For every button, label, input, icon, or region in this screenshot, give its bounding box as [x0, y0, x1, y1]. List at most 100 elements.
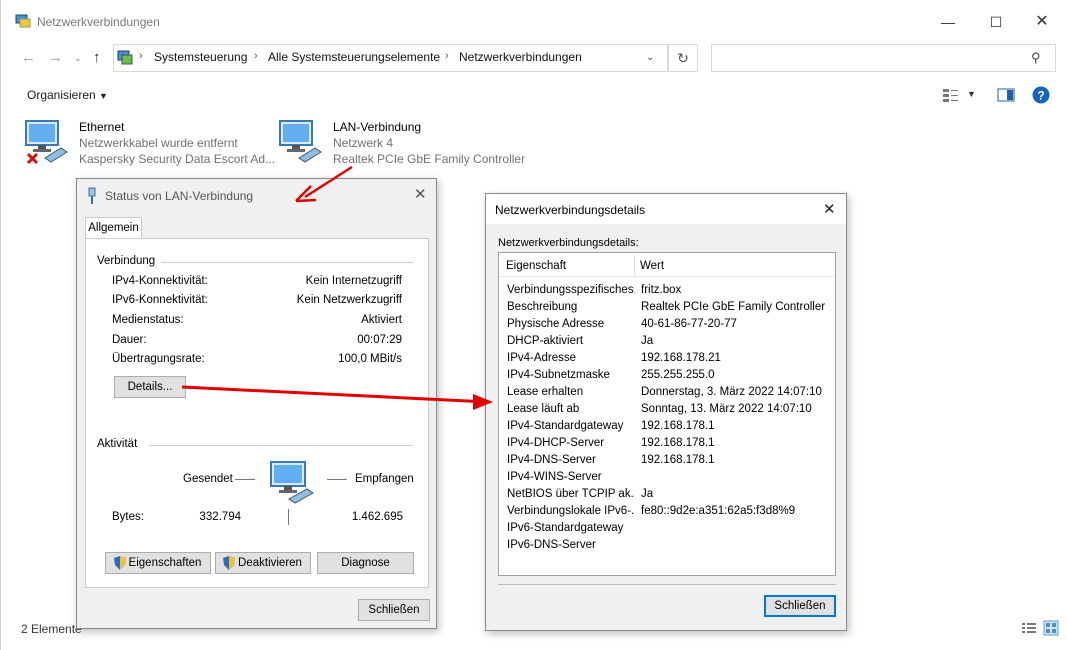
sent-line — [235, 479, 255, 480]
details-row[interactable]: IPv4-DNS-Server 192.168.178.1 — [507, 454, 837, 471]
details-row-value: 255.255.255.0 — [641, 369, 715, 381]
bytes-label: Bytes: — [112, 511, 144, 523]
search-input[interactable] — [711, 44, 1056, 72]
details-row-value: Ja — [641, 488, 654, 500]
col-value-header[interactable]: Wert — [640, 260, 664, 272]
details-row-value: Sonntag, 13. März 2022 14:07:10 — [641, 403, 812, 415]
back-arrow-icon[interactable]: ← — [21, 49, 36, 66]
ipv4-connectivity-label: IPv4-Konnektivität: — [112, 275, 208, 287]
close-icon[interactable]: ✕ — [823, 200, 836, 218]
details-list[interactable]: Eigenschaft Wert Verbindungsspezifisches… — [498, 252, 836, 576]
status-dialog-title: Status von LAN-Verbindung — [105, 189, 254, 203]
details-row-value: 192.168.178.1 — [641, 454, 715, 466]
properties-button[interactable]: Eigenschaften — [105, 552, 211, 574]
details-row[interactable]: NetBIOS über TCPIP ak... Ja — [507, 488, 837, 505]
network-item-ethernet[interactable]: Ethernet Netzwerkkabel wurde entfernt Ka… — [23, 118, 275, 168]
shield-icon — [114, 556, 126, 570]
details-row[interactable]: IPv4-Standardgateway 192.168.178.1 — [507, 420, 837, 437]
svg-text:?: ? — [1037, 89, 1044, 103]
ethernet-name: Ethernet — [79, 120, 125, 134]
large-icons-view-icon[interactable] — [1043, 620, 1059, 636]
details-row-property: IPv4-Standardgateway — [507, 420, 624, 432]
details-row-property: IPv6-Standardgateway — [507, 522, 624, 534]
details-row[interactable]: Verbindungsspezifisches... fritz.box — [507, 284, 837, 301]
diagnose-button[interactable]: Diagnose — [317, 552, 414, 574]
details-row[interactable]: Physische Adresse 40-61-86-77-20-77 — [507, 318, 837, 335]
breadcrumb-separator-icon: › — [139, 50, 143, 62]
network-item-lan[interactable]: LAN-Verbindung Netzwerk 4 Realtek PCIe G… — [277, 118, 537, 168]
details-row[interactable]: IPv4-Subnetzmaske 255.255.255.0 — [507, 369, 837, 386]
details-row[interactable]: Verbindungslokale IPv6-... fe80::9d2e:a35… — [507, 505, 837, 522]
title-bar — [1, 0, 1067, 40]
speed-label: Übertragungsrate: — [112, 353, 205, 365]
details-row-property: IPv4-WINS-Server — [507, 471, 602, 483]
breadcrumb-netzwerkverbindungen[interactable]: Netzwerkverbindungen — [459, 50, 582, 64]
details-row[interactable]: IPv6-Standardgateway — [507, 522, 837, 539]
status-close-button[interactable]: Schließen — [358, 599, 430, 621]
sent-label: Gesendet — [183, 473, 233, 485]
recent-locations-chevron-icon[interactable]: ⌄ — [74, 53, 82, 64]
tab-allgemein[interactable]: Allgemein — [85, 217, 142, 239]
breadcrumb-systemsteuerung[interactable]: Systemsteuerung — [154, 50, 247, 64]
details-row-value: Realtek PCIe GbE Family Controller — [641, 301, 826, 313]
details-button[interactable]: Details... — [114, 376, 186, 398]
details-row-property: Verbindungslokale IPv6-... — [507, 505, 635, 517]
details-row[interactable]: Lease läuft ab Sonntag, 13. März 2022 14:… — [507, 403, 837, 420]
received-label: Empfangen — [355, 473, 414, 485]
details-row[interactable]: IPv4-DHCP-Server 192.168.178.1 — [507, 437, 837, 454]
breadcrumb-alle-elemente[interactable]: Alle Systemsteuerungselemente — [268, 50, 440, 64]
bytes-divider — [288, 509, 289, 525]
details-dialog: Netzwerkverbindungsdetails ✕ Netzwerkver… — [485, 193, 847, 631]
details-dialog-title: Netzwerkverbindungsdetails — [495, 203, 646, 217]
duration-label: Dauer: — [112, 334, 147, 346]
view-options-chevron-icon[interactable]: ▼ — [967, 89, 976, 99]
details-row[interactable]: IPv6-DNS-Server — [507, 539, 837, 556]
details-row-property: IPv4-Subnetzmaske — [507, 369, 610, 381]
details-row[interactable]: Lease erhalten Donnerstag, 3. März 2022 1… — [507, 386, 837, 403]
ipv4-connectivity-value: Kein Internetzugriff — [305, 275, 402, 287]
bytes-sent-value: 332.794 — [199, 511, 241, 523]
organize-menu[interactable]: Organisieren ▼ — [27, 88, 108, 102]
col-property-header[interactable]: Eigenschaft — [506, 260, 566, 272]
details-row[interactable]: Beschreibung Realtek PCIe GbE Family Cont… — [507, 301, 837, 318]
forward-arrow-icon[interactable]: → — [48, 49, 63, 66]
network-adapter-icon — [25, 120, 68, 165]
maximize-button[interactable]: ☐ — [973, 10, 1019, 34]
details-row-property: IPv4-Adresse — [507, 352, 577, 364]
connection-group-label: Verbindung — [97, 255, 156, 267]
properties-label: Eigenschaften — [128, 557, 202, 569]
change-view-icon[interactable] — [942, 87, 960, 103]
minimize-button[interactable]: — — [925, 10, 971, 34]
details-row-value: fe80::9d2e:a351:62a5:f3d8%9 — [641, 505, 796, 517]
details-view-icon[interactable] — [1021, 621, 1037, 635]
preview-pane-icon[interactable] — [997, 88, 1015, 102]
details-row[interactable]: IPv4-WINS-Server — [507, 471, 837, 488]
close-window-button[interactable]: ✕ — [1019, 10, 1065, 34]
group-divider — [161, 262, 413, 263]
details-row-property: IPv4-DHCP-Server — [507, 437, 605, 449]
network-adapter-icon — [279, 120, 322, 163]
disable-button[interactable]: Deaktivieren — [215, 552, 311, 574]
details-close-button[interactable]: Schließen — [764, 595, 836, 617]
close-icon[interactable]: ✕ — [414, 185, 427, 203]
details-row-property: IPv4-DNS-Server — [507, 454, 596, 466]
details-row-property: Verbindungsspezifisches... — [507, 284, 635, 296]
media-status-label: Medienstatus: — [112, 314, 184, 326]
details-row-property: Physische Adresse — [507, 318, 605, 330]
address-dropdown-chevron-icon[interactable]: ⌄ — [646, 52, 654, 63]
details-row[interactable]: DHCP-aktiviert Ja — [507, 335, 837, 352]
details-row-property: DHCP-aktiviert — [507, 335, 584, 347]
details-row-property: Beschreibung — [507, 301, 578, 313]
details-row[interactable]: IPv4-Adresse 192.168.178.21 — [507, 352, 837, 369]
details-row-value: 192.168.178.1 — [641, 420, 715, 432]
details-row-value: fritz.box — [641, 284, 682, 296]
help-icon[interactable]: ? — [1032, 86, 1050, 104]
status-dialog: Status von LAN-Verbindung ✕ Allgemein Ve… — [76, 178, 437, 629]
details-list-label: Netzwerkverbindungsdetails: — [498, 237, 639, 249]
received-line — [327, 479, 347, 480]
refresh-button[interactable]: ↻ — [668, 44, 698, 72]
details-row-value: 40-61-86-77-20-77 — [641, 318, 737, 330]
lan-adapter: Realtek PCIe GbE Family Controller — [333, 152, 526, 166]
details-row-property: Lease läuft ab — [507, 403, 580, 415]
up-arrow-icon[interactable]: ↑ — [93, 49, 101, 66]
